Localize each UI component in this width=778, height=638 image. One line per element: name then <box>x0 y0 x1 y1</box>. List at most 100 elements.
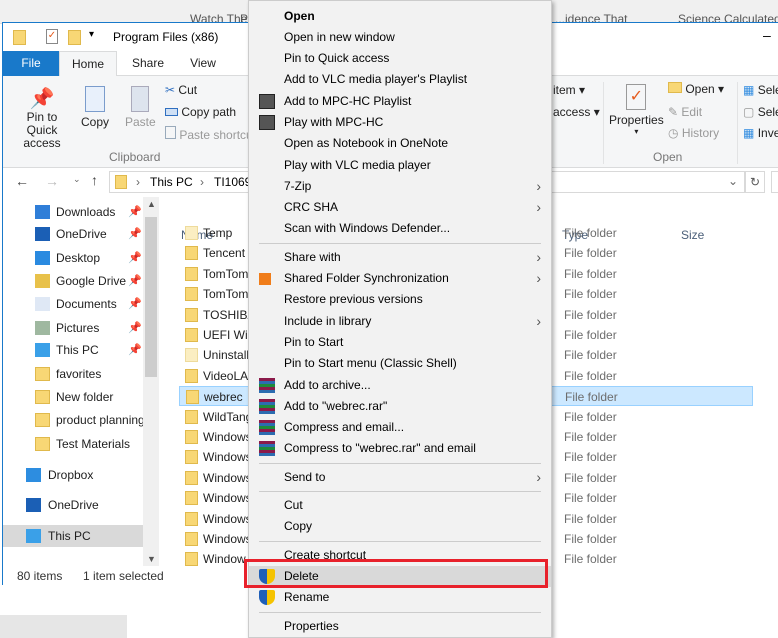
download-icon <box>35 205 50 219</box>
tab-view[interactable]: View <box>178 51 228 76</box>
easy-access-button[interactable]: access ▾ <box>553 105 600 119</box>
file-name: Uninstall <box>203 348 250 363</box>
documents-icon <box>35 297 50 311</box>
menu-item-add-to-vlc-media-player-s-playlist[interactable]: Add to VLC media player's Playlist <box>249 69 551 90</box>
search-input[interactable] <box>771 171 778 193</box>
selection-count: 1 item selected <box>83 569 164 583</box>
address-dropdown-icon[interactable]: ⌄ <box>728 174 738 188</box>
history-button[interactable]: ◷ History <box>668 126 719 140</box>
cut-button[interactable]: ✂ Cut <box>165 83 197 97</box>
menu-item-compress-and-email[interactable]: Compress and email... <box>249 417 551 438</box>
nav-item[interactable]: This PC <box>3 525 143 547</box>
file-type: File folder <box>564 532 617 546</box>
chevron-right-icon: › <box>536 248 541 265</box>
copy-button[interactable]: Copy <box>81 86 109 129</box>
nav-item[interactable]: OneDrive 📌 <box>3 223 143 245</box>
properties-quick-icon[interactable]: ✓ <box>46 29 58 44</box>
menu-item-label: 7-Zip <box>284 178 312 193</box>
breadcrumb-this-pc[interactable]: This PC <box>150 175 193 189</box>
menu-item-send-to[interactable]: Send to › <box>249 467 551 488</box>
new-folder-quick-icon[interactable] <box>68 30 81 45</box>
menu-item-pin-to-start-menu-classic-shell[interactable]: Pin to Start menu (Classic Shell) <box>249 353 551 374</box>
invert-selection-button[interactable]: ▦ Inve <box>743 126 778 140</box>
nav-item[interactable]: Documents 📌 <box>3 293 143 315</box>
file-name: Windows <box>203 450 252 465</box>
nav-item[interactable]: favorites <box>3 363 143 385</box>
select-all-button[interactable]: ▦ Sele <box>743 83 778 97</box>
folder-icon <box>185 552 198 567</box>
nav-item-label: Desktop <box>56 251 101 265</box>
menu-item-7-zip[interactable]: 7-Zip › <box>249 176 551 197</box>
folder-icon <box>35 413 50 427</box>
menu-item-play-with-vlc-media-player[interactable]: Play with VLC media player <box>249 155 551 176</box>
menu-item-label: Shared Folder Synchronization <box>284 271 449 286</box>
copy-path-button[interactable]: Copy path <box>165 105 236 119</box>
menu-item-shared-folder-synchronization[interactable]: Shared Folder Synchronization › <box>249 268 551 289</box>
nav-item[interactable]: OneDrive <box>3 494 143 516</box>
sync-icon <box>259 273 271 286</box>
up-button[interactable]: ↑ <box>91 172 98 188</box>
menu-item-label: Send to <box>284 469 326 484</box>
nav-item[interactable]: product planning <box>3 409 143 431</box>
item-count: 80 items <box>17 569 63 583</box>
folder-icon <box>185 368 198 383</box>
edit-button[interactable]: ✎ Edit <box>668 105 702 119</box>
select-none-button[interactable]: ▢ Sele <box>743 105 778 119</box>
dropbox-icon <box>26 468 41 482</box>
file-name: UEFI Win <box>203 328 255 342</box>
nav-item[interactable]: Test Materials <box>3 433 143 455</box>
customize-toolbar-icon[interactable]: ▾ <box>89 29 94 40</box>
forward-button[interactable]: → <box>45 173 59 189</box>
recent-locations-button[interactable]: ⌄ <box>73 174 81 185</box>
this-pc-icon <box>35 343 50 357</box>
nav-item-label: This PC <box>48 529 91 543</box>
menu-item-rename[interactable]: Rename <box>249 587 551 608</box>
nav-item[interactable]: New folder <box>3 386 143 408</box>
mpc-icon <box>259 93 275 109</box>
menu-item-compress-to-webrec-rar-and-email[interactable]: Compress to "webrec.rar" and email <box>249 438 551 459</box>
refresh-button[interactable]: ↻ <box>745 171 765 193</box>
menu-item-add-to-archive[interactable]: Add to archive... <box>249 375 551 396</box>
paste-icon <box>131 86 150 112</box>
nav-item-label: favorites <box>56 367 102 381</box>
folder-icon <box>185 348 198 363</box>
nav-item[interactable]: Dropbox <box>3 464 143 486</box>
nav-item[interactable]: This PC 📌 <box>3 339 143 361</box>
nav-item[interactable]: Downloads 📌 <box>3 201 143 223</box>
menu-item-add-to-webrec-rar[interactable]: Add to "webrec.rar" <box>249 396 551 417</box>
properties-button[interactable]: ✓ Properties ▾ <box>609 84 664 136</box>
menu-item-scan-with-windows-defender[interactable]: Scan with Windows Defender... <box>249 218 551 239</box>
file-name: TomTom <box>203 287 249 302</box>
nav-item[interactable]: Google Drive 📌 <box>3 270 143 292</box>
menu-item-pin-to-start[interactable]: Pin to Start <box>249 332 551 353</box>
menu-item-play-with-mpc-hc[interactable]: Play with MPC-HC <box>249 112 551 133</box>
nav-item[interactable]: Pictures 📌 <box>3 317 143 339</box>
tab-home[interactable]: Home <box>59 51 117 77</box>
back-button[interactable]: ← <box>15 173 29 189</box>
menu-item-open[interactable]: Open <box>249 6 551 27</box>
paste-shortcut-button[interactable]: Paste shortcut <box>165 126 256 142</box>
menu-item-share-with[interactable]: Share with › <box>249 247 551 268</box>
menu-item-open-in-new-window[interactable]: Open in new window <box>249 27 551 48</box>
paste-button[interactable]: Paste <box>125 86 156 129</box>
tab-share[interactable]: Share <box>123 51 173 76</box>
file-type: File folder <box>564 246 617 261</box>
pin-quick-access-button[interactable]: 📌 Pin to Quick access <box>11 86 73 150</box>
menu-item-properties[interactable]: Properties <box>249 616 551 637</box>
new-item-button[interactable]: item ▾ <box>553 83 585 97</box>
nav-scrollbar[interactable]: ▲ ▼ <box>143 197 159 566</box>
menu-item-pin-to-quick-access[interactable]: Pin to Quick access <box>249 48 551 69</box>
menu-item-open-as-notebook-in-onenote[interactable]: Open as Notebook in OneNote <box>249 133 551 154</box>
nav-item[interactable]: Desktop 📌 <box>3 247 143 269</box>
minimize-button[interactable]: – <box>763 27 771 43</box>
menu-item-crc-sha[interactable]: CRC SHA › <box>249 197 551 218</box>
menu-item-copy[interactable]: Copy <box>249 516 551 537</box>
open-button[interactable]: Open ▾ <box>668 82 724 96</box>
nav-item-label: Downloads <box>56 205 116 219</box>
menu-item-cut[interactable]: Cut <box>249 495 551 516</box>
tab-file[interactable]: File <box>3 51 59 76</box>
menu-item-add-to-mpc-hc-playlist[interactable]: Add to MPC-HC Playlist <box>249 91 551 112</box>
file-name: Tencent <box>203 246 246 261</box>
menu-item-include-in-library[interactable]: Include in library › <box>249 311 551 332</box>
menu-item-restore-previous-versions[interactable]: Restore previous versions <box>249 289 551 310</box>
